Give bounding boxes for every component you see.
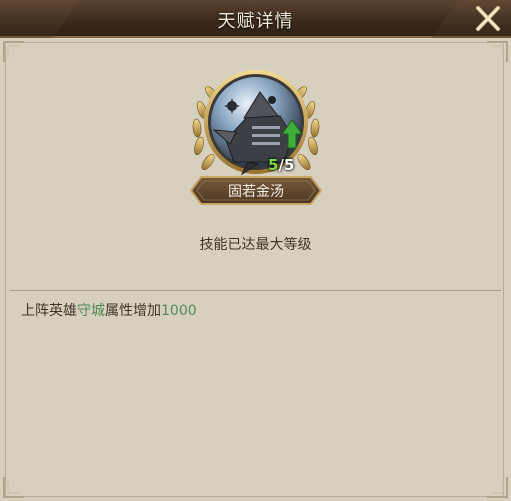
corner-ornament-icon xyxy=(487,477,508,498)
level-current: 5 xyxy=(268,156,279,174)
close-icon xyxy=(476,6,500,31)
skill-badge xyxy=(188,70,324,182)
level-max: 5 xyxy=(283,156,295,174)
desc-attribute: 守城 xyxy=(77,303,105,319)
skill-level: 5/5 xyxy=(268,156,294,174)
talent-detail-dialog: 天赋详情 5/5 固若金汤 技能已达最大等级 上阵英雄守城属性增加1000 xyxy=(0,0,511,501)
desc-middle: 属性增加 xyxy=(105,303,161,319)
desc-prefix: 上阵英雄 xyxy=(21,303,77,319)
desc-value: 1000 xyxy=(161,303,197,319)
title-bar: 天赋详情 xyxy=(0,0,511,38)
corner-ornament-icon xyxy=(487,41,508,62)
skill-description: 上阵英雄守城属性增加1000 xyxy=(21,300,197,320)
corner-ornament-icon xyxy=(3,477,24,498)
dialog-title: 天赋详情 xyxy=(217,11,294,32)
corner-ornament-icon xyxy=(3,41,24,62)
close-button[interactable] xyxy=(471,3,505,35)
skill-status: 技能已达最大等级 xyxy=(199,237,312,253)
laurel-wreath-icon xyxy=(192,70,320,176)
skill-name: 固若金汤 xyxy=(228,184,284,200)
divider xyxy=(10,290,501,291)
